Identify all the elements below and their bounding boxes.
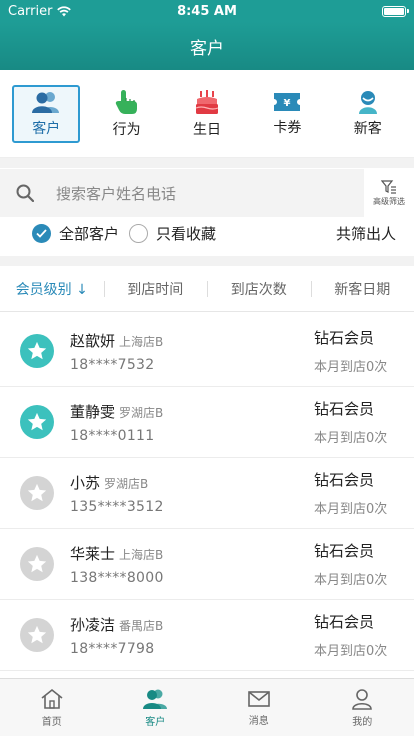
customer-phone: 18****7532: [70, 356, 155, 373]
star-avatar-icon: [20, 476, 54, 510]
category-birthday[interactable]: 生日: [173, 85, 241, 143]
checked-icon: [32, 223, 51, 243]
carrier-label: Carrier: [8, 3, 53, 19]
people-icon: [32, 91, 60, 113]
member-level: 钻石会员: [314, 471, 375, 489]
customer-icon: [143, 689, 168, 709]
all-customers-option[interactable]: 全部客户: [32, 223, 119, 244]
profile-icon: [352, 688, 373, 710]
search-placeholder: 搜索客户姓名电话: [56, 184, 177, 203]
cake-icon: [195, 89, 219, 114]
category-label: 行为: [112, 121, 141, 138]
category-new-customers[interactable]: 新客: [334, 85, 402, 143]
customer-name: 赵歆妍: [70, 331, 116, 350]
customer-store: 番禺店B: [119, 618, 164, 633]
customer-store: 上海店B: [119, 547, 164, 562]
sort-visit-time[interactable]: 到店时间: [103, 279, 208, 299]
unchecked-icon: [129, 223, 149, 243]
tab-customers[interactable]: 客户: [104, 679, 208, 736]
customer-list: 赵歆妍 上海店B 18****7532 钻石会员 本月到店0次 董静雯 罗湖店B 1…: [0, 316, 414, 678]
search-input[interactable]: 搜索客户姓名电话: [0, 169, 364, 217]
search-section: 搜索客户姓名电话 高级筛选 全部客户 只看收藏 共筛出人: [0, 168, 414, 256]
category-bar: 客户 行为 生日 ¥ 卡券 新客: [0, 70, 414, 158]
tab-label: 我的: [352, 716, 373, 728]
customer-name: 董静雯: [70, 402, 116, 421]
category-behavior[interactable]: 行为: [93, 85, 161, 143]
search-icon: [16, 184, 34, 202]
favorites-only-option[interactable]: 只看收藏: [129, 223, 216, 244]
customer-name: 小苏: [70, 473, 101, 492]
monthly-visits: 本月到店0次: [314, 573, 388, 588]
star-avatar-icon: [20, 334, 54, 368]
tab-bar: 首页 客户 消息 我的: [0, 678, 414, 736]
new-customer-icon: [358, 90, 377, 114]
member-level: 钻石会员: [314, 542, 375, 560]
category-label: 卡券: [273, 119, 302, 136]
customer-row[interactable]: 孙凌洁 番禺店B 18****7798 钻石会员 本月到店0次: [0, 600, 414, 671]
customer-name: 华莱士: [70, 544, 116, 563]
tab-messages[interactable]: 消息: [207, 679, 311, 736]
customer-row[interactable]: 赵歆妍 上海店B 18****7532 钻石会员 本月到店0次: [0, 316, 414, 387]
filter-icon: [381, 179, 396, 194]
tab-label: 首页: [41, 716, 62, 728]
customer-row[interactable]: 小苏 罗湖店B 135****3512 钻石会员 本月到店0次: [0, 458, 414, 529]
filter-label: 高级筛选: [373, 196, 405, 206]
home-icon: [41, 688, 63, 709]
section-divider: [0, 256, 414, 266]
tab-label: 客户: [145, 716, 166, 728]
battery-icon: [382, 5, 409, 17]
category-coupons[interactable]: ¥ 卡券: [253, 85, 321, 143]
mail-icon: [247, 690, 270, 707]
sort-member-level[interactable]: 会员级别 ↓: [0, 279, 104, 299]
star-avatar-icon: [20, 618, 54, 652]
category-label: 生日: [192, 121, 221, 138]
customer-store: 罗湖店B: [104, 476, 149, 491]
member-level: 钻石会员: [314, 400, 375, 418]
customer-phone: 135****3512: [70, 498, 164, 515]
monthly-visits: 本月到店0次: [314, 644, 388, 659]
sort-new-customer-date[interactable]: 新客日期: [310, 279, 414, 299]
advanced-filter-button[interactable]: 高级筛选: [364, 179, 414, 207]
nav-bar: 客户: [0, 22, 414, 70]
tab-home[interactable]: 首页: [0, 679, 104, 736]
customer-row[interactable]: 董静雯 罗湖店B 18****0111 钻石会员 本月到店0次: [0, 387, 414, 458]
customer-phone: 18****0111: [70, 427, 155, 444]
monthly-visits: 本月到店0次: [314, 360, 388, 375]
option-label: 只看收藏: [156, 224, 217, 243]
category-customers[interactable]: 客户: [12, 84, 81, 143]
star-avatar-icon: [20, 405, 54, 439]
customer-phone: 138****8000: [70, 569, 164, 586]
monthly-visits: 本月到店0次: [314, 431, 388, 446]
coupon-icon: ¥: [274, 92, 301, 111]
category-label: 客户: [32, 120, 61, 137]
monthly-visits: 本月到店0次: [314, 502, 388, 517]
category-label: 新客: [353, 120, 382, 137]
sort-visit-count[interactable]: 到店次数: [207, 279, 311, 299]
customer-store: 上海店B: [119, 334, 164, 349]
member-level: 钻石会员: [314, 613, 375, 631]
sort-bar: 会员级别 ↓ 到店时间 到店次数 新客日期: [0, 266, 414, 312]
customer-phone: 18****7798: [70, 640, 155, 657]
customer-store: 罗湖店B: [119, 405, 164, 420]
hand-pointer-icon: [115, 89, 137, 114]
tab-label: 消息: [248, 715, 269, 727]
filter-options: 全部客户 只看收藏 共筛出人: [0, 218, 414, 248]
status-bar: Carrier 8:45 AM: [0, 0, 414, 22]
svg-text:¥: ¥: [284, 98, 291, 109]
filter-result-count: 共筛出人: [335, 224, 396, 243]
tab-profile[interactable]: 我的: [311, 679, 414, 736]
customer-name: 孙凌洁: [70, 615, 116, 634]
star-avatar-icon: [20, 547, 54, 581]
customer-row[interactable]: 华莱士 上海店B 138****8000 钻石会员 本月到店0次: [0, 529, 414, 600]
section-divider: [0, 158, 414, 168]
page-title: 客户: [190, 38, 224, 59]
option-label: 全部客户: [59, 224, 120, 243]
member-level: 钻石会员: [314, 329, 375, 347]
wifi-icon: [57, 5, 72, 16]
